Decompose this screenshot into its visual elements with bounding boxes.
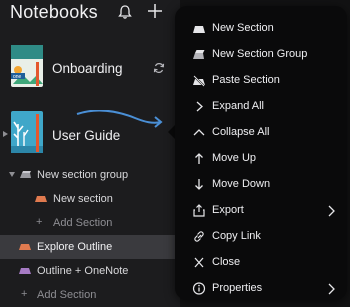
add-section-label: Add Section [53, 217, 113, 229]
chevron-right-icon [328, 205, 335, 217]
arrow-up-icon [195, 153, 203, 164]
menu-item-label: Export [212, 204, 244, 216]
collapse-caret-icon[interactable] [9, 172, 15, 178]
menu-item-copy-link[interactable]: Copy Link [175, 224, 347, 250]
annotation-arrow [76, 110, 163, 128]
new-section-group-icon [193, 50, 205, 59]
section-label: New section [53, 193, 113, 205]
page-title: Notebooks [10, 2, 98, 22]
plus-icon: + [36, 216, 43, 228]
section-label: Explore Outline [37, 241, 113, 253]
section-row[interactable]: New section [0, 187, 180, 211]
menu-item-move-down[interactable]: Move Down [175, 172, 347, 198]
share-icon [193, 204, 205, 217]
menu-item-collapse-all[interactable]: Collapse All [175, 120, 347, 146]
menu-item-label: New Section Group [212, 48, 308, 60]
section-group-icon [20, 171, 31, 178]
menu-item-new-section[interactable]: New Section [175, 16, 347, 42]
menu-item-paste-section[interactable]: Paste Section [175, 68, 347, 94]
section-group-row[interactable]: New section group [0, 163, 180, 187]
notebook-cover-icon: one [11, 45, 43, 87]
expand-caret-icon[interactable] [3, 131, 8, 137]
link-icon [194, 231, 204, 242]
notebooks-header: Notebooks [0, 0, 180, 28]
menu-item-label: Close [212, 256, 241, 268]
menu-item-label: Copy Link [212, 230, 261, 242]
section-tab-icon [35, 196, 47, 202]
bell-icon[interactable] [117, 4, 133, 20]
section-row-selected[interactable]: Explore Outline [0, 235, 180, 259]
section-row[interactable]: Outline + OneNote [0, 259, 180, 283]
chevron-right-icon [196, 101, 203, 112]
menu-item-label: Paste Section [212, 74, 280, 86]
notebook-onboarding[interactable]: one Onboarding [0, 44, 180, 92]
menu-item-label: Collapse All [212, 126, 270, 138]
info-icon [192, 282, 206, 295]
context-menu: New Section New Section Group Paste Sect… [175, 6, 347, 300]
add-section-label: Add Section [37, 289, 97, 301]
cover-badge: one [13, 74, 22, 80]
arrow-down-icon [195, 179, 203, 190]
add-section-button[interactable]: + Add Section [0, 283, 180, 307]
menu-item-label: Move Down [212, 178, 271, 190]
new-section-icon [193, 26, 205, 33]
chevron-right-icon [328, 283, 335, 295]
chevron-up-icon [193, 129, 205, 136]
onenote-app: Notebooks one Onboarding User Guide New … [0, 0, 350, 307]
menu-item-export[interactable]: Export [175, 198, 347, 224]
plus-icon: + [21, 288, 28, 300]
add-section-button[interactable]: + Add Section [0, 211, 180, 235]
sync-icon[interactable] [153, 62, 165, 74]
notebook-label: Onboarding [52, 61, 123, 76]
menu-item-close[interactable]: Close [175, 250, 347, 276]
menu-item-label: New Section [212, 22, 274, 34]
menu-item-expand-all[interactable]: Expand All [175, 94, 347, 120]
menu-item-properties[interactable]: Properties [175, 276, 347, 302]
menu-item-label: Expand All [212, 100, 264, 112]
close-icon [194, 257, 204, 268]
menu-item-new-section-group[interactable]: New Section Group [175, 42, 347, 68]
plus-icon[interactable] [146, 2, 164, 20]
section-tab-icon [19, 268, 31, 274]
menu-item-move-up[interactable]: Move Up [175, 146, 347, 172]
menu-item-label: Move Up [212, 152, 257, 164]
section-label: Outline + OneNote [37, 265, 129, 277]
notebook-cover-icon [11, 111, 43, 153]
section-group-label: New section group [37, 169, 129, 181]
paste-section-icon [193, 75, 205, 87]
menu-item-label: Properties [212, 282, 263, 294]
section-tab-icon [19, 244, 31, 250]
